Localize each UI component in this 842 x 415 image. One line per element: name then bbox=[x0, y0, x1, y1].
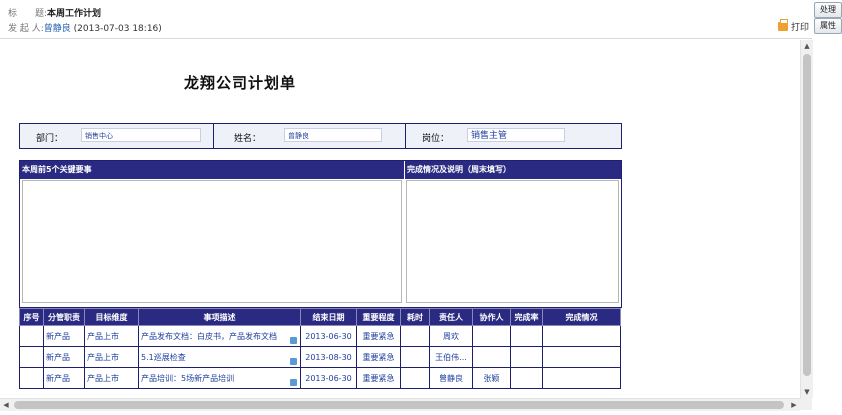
post-label: 岗位： bbox=[422, 134, 450, 144]
col-header: 完成情况 bbox=[542, 308, 621, 326]
cell-seq[interactable] bbox=[19, 346, 44, 368]
horizontal-scroll-thumb[interactable] bbox=[14, 401, 784, 409]
form-title: 龙翔公司计划单 bbox=[183, 74, 296, 92]
cell-description[interactable]: 产品发布文档：白皮书，产品发布文档 bbox=[138, 325, 301, 347]
form-viewport: 龙翔公司计划单 部门： 销售中心 姓名： 曾静良 岗位： 销售主管 本周前5个关… bbox=[0, 40, 800, 398]
completion-header: 完成情况及说明（周末填写） bbox=[405, 161, 621, 179]
dept-label: 部门： bbox=[36, 134, 64, 144]
calendar-icon[interactable] bbox=[290, 337, 297, 344]
sender-time: (2013-07-03 18:16) bbox=[73, 24, 162, 34]
cell-priority[interactable]: 重要紧急 bbox=[356, 325, 401, 347]
process-button[interactable]: 处理 bbox=[814, 2, 842, 18]
col-header: 完成率 bbox=[510, 308, 543, 326]
cell-end-date[interactable]: 2013-06-30 bbox=[300, 325, 357, 347]
scroll-left-arrow-icon[interactable]: ◀ bbox=[0, 399, 12, 411]
cell-duty[interactable]: 新产品 bbox=[43, 325, 85, 347]
cell-collaborator[interactable] bbox=[472, 325, 511, 347]
cell-target[interactable]: 产品上市 bbox=[84, 325, 139, 347]
print-label: 打印 bbox=[791, 23, 810, 33]
completion-textarea[interactable] bbox=[406, 180, 619, 303]
task-table: 序号 分管职责 目标维度 事项描述 结束日期 重要程度 耗时 责任人 协作人 完… bbox=[19, 308, 621, 389]
post-cell: 岗位： 销售主管 bbox=[406, 124, 620, 148]
table-row: 新产品 产品上市 产品培训：5场新产品培训 2013-06-30 重要紧急 曾静… bbox=[19, 367, 621, 389]
scroll-down-arrow-icon[interactable]: ▼ bbox=[801, 386, 813, 398]
table-header-row: 序号 分管职责 目标维度 事项描述 结束日期 重要程度 耗时 责任人 协作人 完… bbox=[19, 308, 621, 326]
dept-cell: 部门： 销售中心 bbox=[20, 124, 214, 148]
cell-priority[interactable]: 重要紧急 bbox=[356, 346, 401, 368]
cell-owner[interactable]: 曾静良 bbox=[429, 367, 473, 389]
description-text: 产品培训：5场新产品培训 bbox=[141, 373, 235, 383]
employee-info-bar: 部门： 销售中心 姓名： 曾静良 岗位： 销售主管 bbox=[19, 123, 622, 149]
dept-field[interactable]: 销售中心 bbox=[81, 128, 201, 142]
calendar-icon[interactable] bbox=[290, 379, 297, 386]
sender-label: 发 起 人: bbox=[8, 24, 44, 34]
cell-rate[interactable] bbox=[510, 367, 543, 389]
cell-seq[interactable] bbox=[19, 325, 44, 347]
table-row: 新产品 产品上市 产品发布文档：白皮书，产品发布文档 2013-06-30 重要… bbox=[19, 325, 621, 347]
scroll-up-arrow-icon[interactable]: ▲ bbox=[801, 40, 813, 52]
col-header: 耗时 bbox=[400, 308, 430, 326]
cell-priority[interactable]: 重要紧急 bbox=[356, 367, 401, 389]
description-text: 5.1巡展检查 bbox=[141, 352, 186, 362]
vertical-scrollbar[interactable]: ▲ ▼ bbox=[800, 40, 813, 398]
cell-status[interactable] bbox=[542, 325, 621, 347]
name-label: 姓名： bbox=[234, 134, 262, 144]
col-header: 协作人 bbox=[472, 308, 511, 326]
message-header: 标 题:本周工作计划 发 起 人:曾静良 (2013-07-03 18:16) … bbox=[0, 0, 812, 39]
subject-row: 标 题:本周工作计划 bbox=[8, 6, 101, 19]
properties-button[interactable]: 属性 bbox=[814, 18, 842, 34]
cell-duty[interactable]: 新产品 bbox=[43, 346, 85, 368]
cell-status[interactable] bbox=[542, 346, 621, 368]
cell-owner[interactable]: 王伯伟... bbox=[429, 346, 473, 368]
description-text: 产品发布文档：白皮书，产品发布文档 bbox=[141, 331, 277, 341]
key-tasks-section: 本周前5个关键要事 完成情况及说明（周末填写） bbox=[19, 160, 622, 308]
cell-end-date[interactable]: 2013-08-30 bbox=[300, 346, 357, 368]
col-header: 重要程度 bbox=[356, 308, 401, 326]
print-button[interactable]: 打印 bbox=[778, 19, 810, 33]
printer-icon bbox=[778, 19, 788, 31]
name-field[interactable]: 曾静良 bbox=[284, 128, 382, 142]
sender-row: 发 起 人:曾静良 (2013-07-03 18:16) bbox=[8, 21, 162, 34]
cell-duty[interactable]: 新产品 bbox=[43, 367, 85, 389]
cell-description[interactable]: 5.1巡展检查 bbox=[138, 346, 301, 368]
cell-target[interactable]: 产品上市 bbox=[84, 346, 139, 368]
col-header: 序号 bbox=[19, 308, 44, 326]
subject-text: 本周工作计划 bbox=[47, 9, 102, 19]
cell-end-date[interactable]: 2013-06-30 bbox=[300, 367, 357, 389]
cell-seq[interactable] bbox=[19, 367, 44, 389]
cell-collaborator[interactable]: 张颖 bbox=[472, 367, 511, 389]
col-header: 事项描述 bbox=[138, 308, 301, 326]
col-header: 责任人 bbox=[429, 308, 473, 326]
cell-status[interactable] bbox=[542, 367, 621, 389]
table-row: 新产品 产品上市 5.1巡展检查 2013-08-30 重要紧急 王伯伟... bbox=[19, 346, 621, 368]
key-tasks-header: 本周前5个关键要事 bbox=[20, 161, 404, 179]
cell-collaborator[interactable] bbox=[472, 346, 511, 368]
scrollbar-corner bbox=[800, 398, 812, 410]
calendar-icon[interactable] bbox=[290, 358, 297, 365]
cell-owner[interactable]: 周欢 bbox=[429, 325, 473, 347]
col-header: 结束日期 bbox=[300, 308, 357, 326]
cell-description[interactable]: 产品培训：5场新产品培训 bbox=[138, 367, 301, 389]
subject-label: 标 题: bbox=[8, 9, 48, 19]
cell-rate[interactable] bbox=[510, 325, 543, 347]
key-tasks-textarea[interactable] bbox=[22, 180, 402, 303]
col-header: 目标维度 bbox=[84, 308, 139, 326]
name-cell: 姓名： 曾静良 bbox=[214, 124, 406, 148]
vertical-scroll-thumb[interactable] bbox=[803, 54, 811, 376]
post-field[interactable]: 销售主管 bbox=[467, 128, 565, 142]
cell-time-spent[interactable] bbox=[400, 325, 430, 347]
col-header: 分管职责 bbox=[43, 308, 85, 326]
cell-rate[interactable] bbox=[510, 346, 543, 368]
scroll-right-arrow-icon[interactable]: ▶ bbox=[788, 399, 800, 411]
horizontal-scrollbar[interactable]: ◀ ▶ bbox=[0, 398, 800, 411]
sender-name-link[interactable]: 曾静良 bbox=[44, 24, 71, 34]
cell-target[interactable]: 产品上市 bbox=[84, 367, 139, 389]
cell-time-spent[interactable] bbox=[400, 346, 430, 368]
cell-time-spent[interactable] bbox=[400, 367, 430, 389]
